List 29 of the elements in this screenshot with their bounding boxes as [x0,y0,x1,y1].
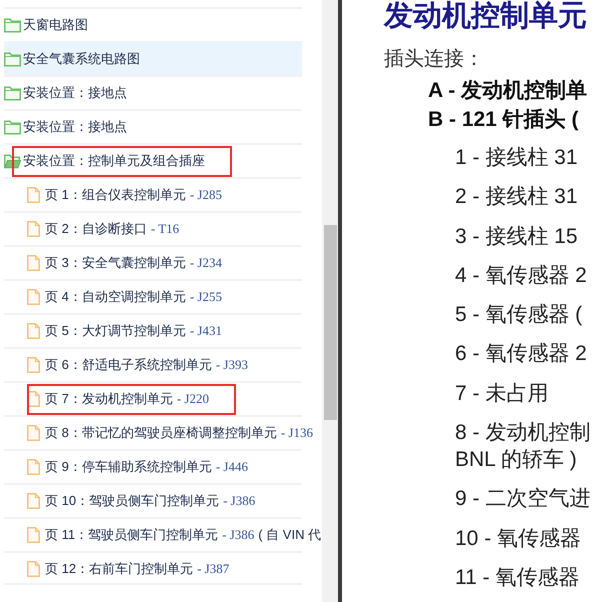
pin-description: 11 - 氧传感器 [455,564,580,591]
document-icon [27,459,40,475]
connector-label: B - 121 针插头 ( [428,107,580,133]
scrollbar-thumb[interactable] [324,225,337,420]
document-icon [27,221,40,237]
pin-description: 10 - 氧传感器 [455,526,582,552]
connector-label: A - 发动机控制单 [428,78,588,104]
document-icon [27,425,40,441]
pin-description: 7 - 未占用 [455,380,550,407]
pin-description: 6 - 氧传感器 2 [455,341,588,368]
section-heading: 插头连接： [384,47,485,72]
document-icon [27,493,40,509]
document-icon [27,357,40,373]
pin-description: 2 - 接线柱 31 [455,184,579,210]
pin-description: 3 - 接线柱 15 [455,224,579,250]
scrollbar-track[interactable] [322,0,338,602]
pin-description: 1 - 接线柱 31 [455,145,579,171]
document-icon [27,561,40,577]
pin-description: 4 - 氧传感器 2 [455,262,588,289]
document-title: 发动机控制单元 [384,0,587,32]
document-icon [27,527,40,543]
pin-description: BNL 的轿车 ) [455,447,578,474]
document-icon [27,323,40,339]
pin-description: 8 - 发动机控制 [455,420,592,446]
document-icon [27,255,40,271]
document-icon [27,289,40,305]
pin-description: 5 - 氧传感器 ( [455,302,584,328]
document-icon [27,187,40,203]
pin-description: 9 - 二次空气进 [455,486,592,512]
